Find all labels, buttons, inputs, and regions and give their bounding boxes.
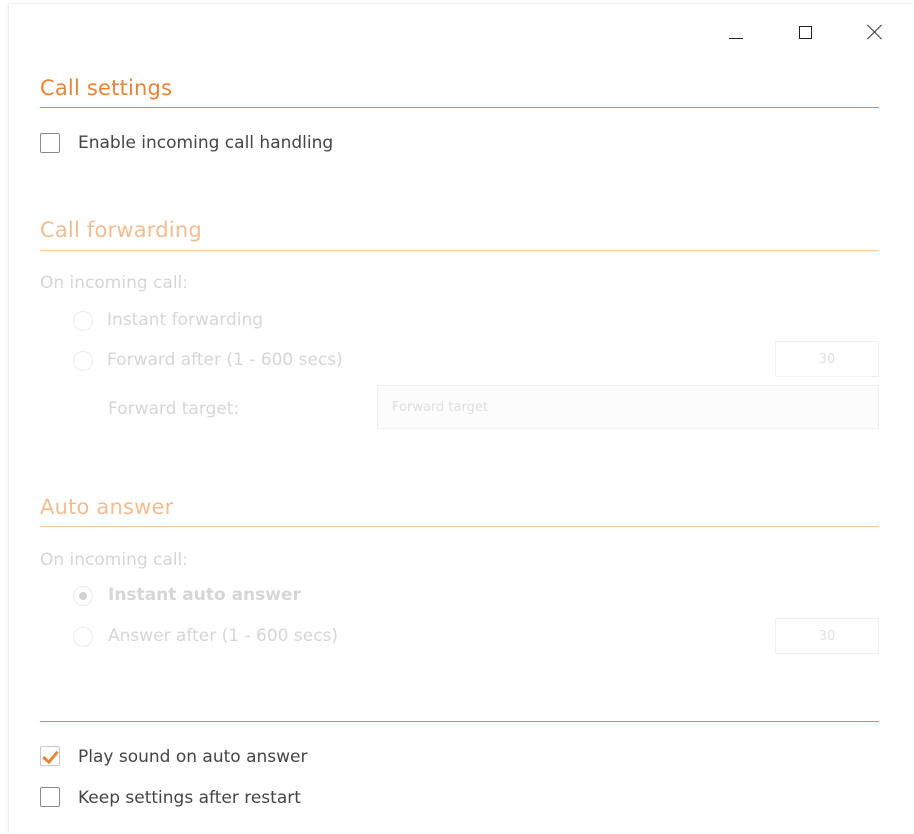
call-settings-title: Call settings bbox=[40, 76, 173, 100]
auto-answer-on-incoming-label: On incoming call: bbox=[40, 550, 188, 570]
call-forwarding-title: Call forwarding bbox=[40, 218, 202, 242]
maximize-button[interactable] bbox=[785, 14, 825, 50]
instant-auto-answer-label[interactable]: Instant auto answer bbox=[108, 585, 301, 605]
forward-target-label: Forward target: bbox=[108, 399, 240, 419]
forward-after-seconds-input[interactable]: 30 bbox=[775, 341, 879, 377]
close-button[interactable] bbox=[855, 14, 895, 50]
minimize-button[interactable] bbox=[716, 14, 756, 50]
answer-after-seconds-input[interactable]: 30 bbox=[775, 618, 879, 654]
footer-divider bbox=[40, 721, 879, 722]
enable-incoming-label[interactable]: Enable incoming call handling bbox=[78, 133, 333, 153]
auto-answer-divider bbox=[40, 526, 879, 527]
forwarding-on-incoming-label: On incoming call: bbox=[40, 273, 188, 293]
enable-incoming-checkbox[interactable] bbox=[40, 133, 60, 153]
forward-target-input[interactable]: Forward target bbox=[377, 385, 879, 429]
auto-answer-title: Auto answer bbox=[40, 495, 174, 519]
keep-settings-label[interactable]: Keep settings after restart bbox=[78, 788, 301, 808]
settings-window: Call settings Enable incoming call handl… bbox=[9, 4, 914, 834]
forward-after-radio[interactable] bbox=[73, 351, 93, 371]
answer-after-radio[interactable] bbox=[73, 627, 93, 647]
forward-after-label[interactable]: Forward after (1 - 600 secs) bbox=[107, 350, 343, 370]
play-sound-label[interactable]: Play sound on auto answer bbox=[78, 747, 308, 767]
instant-forwarding-label[interactable]: Instant forwarding bbox=[107, 310, 263, 330]
play-sound-checkbox[interactable] bbox=[40, 746, 60, 766]
minimize-icon bbox=[729, 37, 743, 39]
instant-forwarding-radio[interactable] bbox=[73, 311, 93, 331]
maximize-icon bbox=[798, 25, 812, 39]
keep-settings-checkbox[interactable] bbox=[40, 787, 60, 807]
close-icon bbox=[867, 24, 883, 40]
instant-auto-answer-radio[interactable] bbox=[73, 586, 93, 606]
checkmark-icon bbox=[42, 746, 59, 765]
answer-after-label[interactable]: Answer after (1 - 600 secs) bbox=[108, 626, 338, 646]
call-forwarding-divider bbox=[40, 250, 879, 251]
call-settings-divider bbox=[40, 107, 879, 108]
